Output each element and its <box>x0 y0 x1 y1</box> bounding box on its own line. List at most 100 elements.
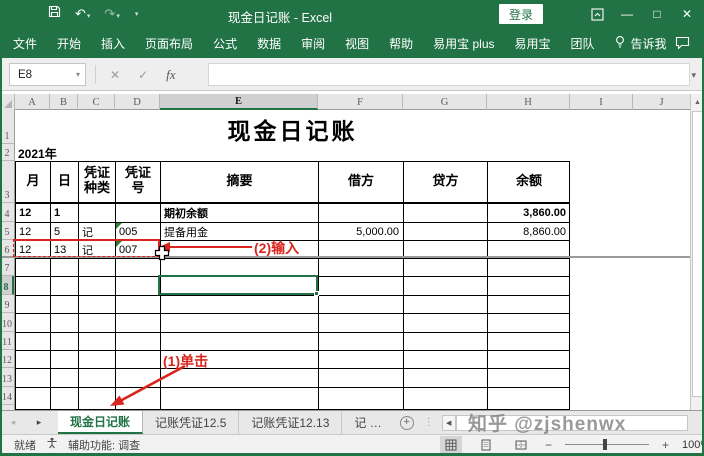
empty-cell[interactable] <box>488 259 570 277</box>
formula-input[interactable] <box>208 63 690 86</box>
empty-cell[interactable] <box>404 259 488 277</box>
empty-cell[interactable] <box>404 314 488 333</box>
empty-cell[interactable] <box>116 277 161 296</box>
empty-cell[interactable] <box>51 314 79 333</box>
ribbon-display-options-icon[interactable] <box>586 3 608 25</box>
zoom-out-icon[interactable]: − <box>545 438 552 452</box>
column-header-f[interactable]: F <box>318 94 403 110</box>
tab-help[interactable]: 帮助 <box>388 28 414 58</box>
tab-home[interactable]: 开始 <box>56 28 82 58</box>
empty-cell[interactable] <box>51 296 79 314</box>
zoom-level[interactable]: 100% <box>682 439 704 451</box>
row-header-5[interactable]: 5 <box>0 222 14 240</box>
cell-b4[interactable]: 1 <box>51 204 79 223</box>
header-voucher-type[interactable]: 凭证种类 <box>79 162 116 204</box>
empty-cell[interactable] <box>79 277 116 296</box>
empty-cell[interactable] <box>116 296 161 314</box>
empty-cell[interactable] <box>51 333 79 351</box>
column-header-e[interactable]: E <box>160 94 318 110</box>
column-header-d[interactable]: D <box>115 94 160 110</box>
tab-team[interactable]: 团队 <box>570 28 596 58</box>
empty-cell[interactable] <box>16 296 51 314</box>
name-box-dropdown-icon[interactable]: ▾ <box>76 70 80 79</box>
empty-cell[interactable] <box>16 369 51 388</box>
column-header-j[interactable]: J <box>633 94 690 110</box>
row-header-3[interactable]: 3 <box>0 161 14 203</box>
insert-function-icon[interactable]: fx <box>166 67 175 83</box>
empty-cell[interactable] <box>16 277 51 296</box>
sheet-tab-active[interactable]: 现金日记账 <box>58 411 143 434</box>
column-header-g[interactable]: G <box>403 94 487 110</box>
empty-cell[interactable] <box>116 314 161 333</box>
empty-cell[interactable] <box>16 388 51 410</box>
column-header-b[interactable]: B <box>50 94 78 110</box>
empty-cell[interactable] <box>51 277 79 296</box>
next-sheet-icon[interactable]: ▸ <box>26 411 52 434</box>
tab-data[interactable]: 数据 <box>256 28 282 58</box>
cancel-icon[interactable]: ✕ <box>110 68 120 82</box>
empty-cell[interactable] <box>488 333 570 351</box>
fill-handle[interactable] <box>314 291 319 296</box>
cell-h5[interactable]: 8,860.00 <box>488 223 570 241</box>
header-debit[interactable]: 借方 <box>319 162 404 204</box>
empty-cell[interactable] <box>16 259 51 277</box>
row-header-7[interactable]: 7 <box>0 258 14 276</box>
row-header-2[interactable]: 2 <box>0 144 14 161</box>
header-summary[interactable]: 摘要 <box>161 162 319 204</box>
hscroll-left-icon[interactable]: ◀ <box>442 415 456 431</box>
empty-cell[interactable] <box>404 333 488 351</box>
row-header-1[interactable]: 1 <box>0 110 14 144</box>
empty-cell[interactable] <box>404 369 488 388</box>
cell-f4[interactable] <box>319 204 404 223</box>
row-header-4[interactable]: 4 <box>0 203 14 222</box>
minimize-button[interactable]: — <box>616 3 638 25</box>
tab-insert[interactable]: 插入 <box>100 28 126 58</box>
tab-formulas[interactable]: 公式 <box>212 28 238 58</box>
cell-e4[interactable]: 期初余额 <box>161 204 319 223</box>
formula-bar-expand-icon[interactable]: ▾ <box>691 70 696 81</box>
empty-cell[interactable] <box>319 351 404 369</box>
cell-a4[interactable]: 12 <box>16 204 51 223</box>
empty-cell[interactable] <box>488 277 570 296</box>
tab-yyb[interactable]: 易用宝 <box>514 28 552 58</box>
name-box[interactable]: E8 ▾ <box>9 63 86 86</box>
empty-cell[interactable] <box>404 388 488 410</box>
cell-c4[interactable] <box>79 204 116 223</box>
accessibility-status[interactable]: 辅助功能: 调查 <box>68 437 140 453</box>
empty-cell[interactable] <box>319 277 404 296</box>
cell-h4[interactable]: 3,860.00 <box>488 204 570 223</box>
empty-cell[interactable] <box>116 333 161 351</box>
empty-cell[interactable] <box>161 333 319 351</box>
tab-view[interactable]: 视图 <box>344 28 370 58</box>
empty-cell[interactable] <box>319 369 404 388</box>
empty-cell[interactable] <box>51 351 79 369</box>
active-cell-selection[interactable] <box>158 275 318 295</box>
empty-cell[interactable] <box>161 314 319 333</box>
column-header-a[interactable]: A <box>15 94 50 110</box>
comments-icon[interactable] <box>675 36 690 54</box>
zoom-slider-thumb[interactable] <box>603 439 607 450</box>
zoom-in-icon[interactable]: + <box>662 438 669 452</box>
header-month[interactable]: 月 <box>16 162 51 204</box>
row-header-11[interactable]: 11 <box>0 332 14 350</box>
column-header-c[interactable]: C <box>78 94 115 110</box>
empty-cell[interactable] <box>488 369 570 388</box>
cell-d4[interactable] <box>116 204 161 223</box>
row-header-10[interactable]: 10 <box>0 313 14 332</box>
empty-cell[interactable] <box>319 388 404 410</box>
empty-cell[interactable] <box>488 388 570 410</box>
row-header-8[interactable]: 8 <box>0 276 14 295</box>
empty-cell[interactable] <box>51 388 79 410</box>
tab-page-layout[interactable]: 页面布局 <box>144 28 194 58</box>
cell-f5[interactable]: 5,000.00 <box>319 223 404 241</box>
header-balance[interactable]: 余额 <box>488 162 570 204</box>
sheet-tab-2[interactable]: 记账凭证12.5 <box>143 411 239 434</box>
empty-cell[interactable] <box>319 314 404 333</box>
column-header-h[interactable]: H <box>487 94 570 110</box>
empty-cell[interactable] <box>488 314 570 333</box>
tab-yyb-plus[interactable]: 易用宝 plus <box>432 28 495 58</box>
page-break-view-icon[interactable] <box>510 436 532 453</box>
empty-cell[interactable] <box>79 333 116 351</box>
empty-cell[interactable] <box>79 259 116 277</box>
tab-review[interactable]: 审阅 <box>300 28 326 58</box>
